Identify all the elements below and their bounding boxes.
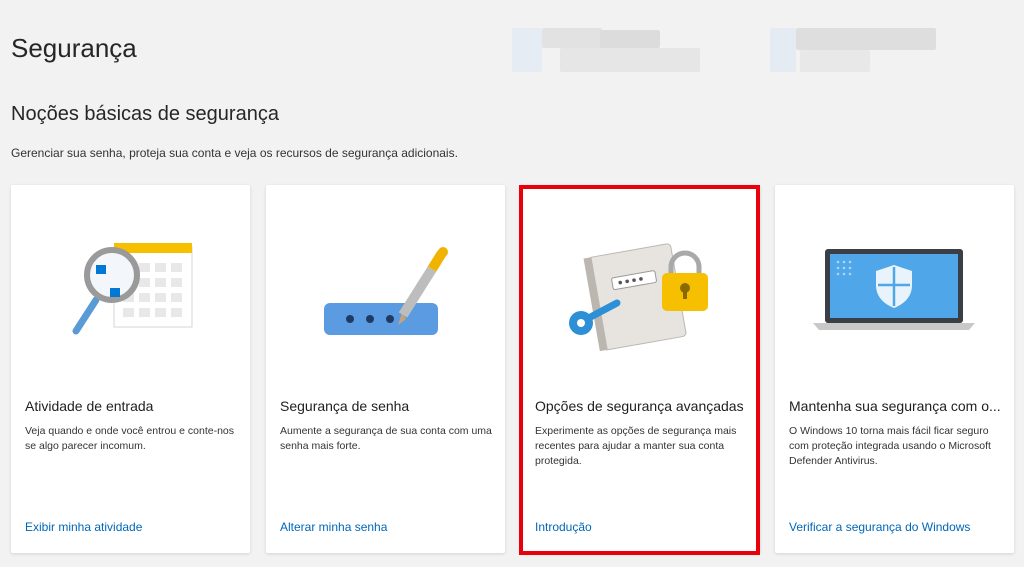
- change-password-link[interactable]: Alterar minha senha: [280, 520, 387, 534]
- card-description: O Windows 10 torna mais fácil ficar segu…: [789, 425, 991, 467]
- card-windows-security[interactable]: Mantenha sua segurança com o... O Window…: [775, 185, 1014, 553]
- password-pen-icon: [324, 247, 448, 335]
- section-title: Noções básicas de segurança: [11, 103, 279, 125]
- card-title: Opções de segurança avançadas: [535, 398, 744, 414]
- card-description: Veja quando e onde você entrou e conte-n…: [25, 425, 234, 452]
- card-description: Experimente as opções de segurança mais …: [535, 425, 737, 467]
- laptop-shield-icon: [813, 249, 975, 330]
- card-title: Atividade de entrada: [25, 398, 154, 414]
- card-password-security[interactable]: Segurança de senha Aumente a segurança d…: [266, 185, 505, 553]
- card-title: Mantenha sua segurança com o...: [789, 398, 1001, 414]
- card-sign-in-activity[interactable]: Atividade de entrada Veja quando e onde …: [11, 185, 250, 553]
- magnifier-calendar-icon: [72, 243, 193, 335]
- card-advanced-security[interactable]: Opções de segurança avançadas Experiment…: [521, 185, 760, 553]
- page-title: Segurança: [11, 33, 137, 63]
- notebook-key-lock-icon: [569, 243, 708, 352]
- card-title: Segurança de senha: [280, 398, 410, 414]
- section-description: Gerenciar sua senha, proteja sua conta e…: [11, 146, 458, 160]
- view-activity-link[interactable]: Exibir minha atividade: [25, 520, 142, 534]
- card-description: Aumente a segurança de sua conta com uma…: [280, 425, 492, 452]
- getting-started-link[interactable]: Introdução: [535, 520, 592, 534]
- check-windows-security-link[interactable]: Verificar a segurança do Windows: [789, 520, 970, 534]
